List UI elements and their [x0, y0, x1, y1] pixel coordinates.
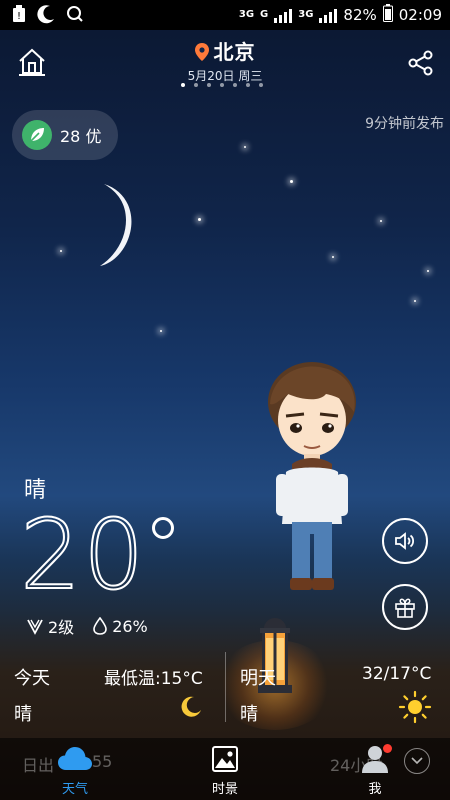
- home-button[interactable]: [16, 46, 48, 78]
- battery-percent: 82%: [343, 6, 377, 24]
- page-dot[interactable]: [194, 83, 198, 87]
- tab-scenery[interactable]: 时景: [195, 742, 255, 797]
- signal-icon: [274, 7, 293, 23]
- star: [332, 256, 334, 258]
- aqi-level: 优: [85, 127, 102, 146]
- moon-icon: [181, 696, 201, 717]
- bottom-tab-bar: 日出 55 24小时 天气 时景 我: [0, 738, 450, 800]
- network-type: 3G: [238, 9, 255, 20]
- status-bar: ! 3G G 3G 82% 02:09: [0, 0, 450, 30]
- gift-icon: [395, 598, 415, 618]
- signal-icon-2: [319, 7, 338, 23]
- share-icon: [408, 50, 433, 76]
- star: [290, 180, 293, 183]
- search-icon: [66, 5, 84, 27]
- tab-scenery-label: 时景: [211, 782, 238, 797]
- tab-weather[interactable]: 天气: [45, 742, 105, 797]
- gift-button[interactable]: [382, 584, 428, 630]
- current-metrics: 2级 26%: [26, 614, 148, 638]
- page-dot[interactable]: [246, 83, 250, 87]
- page-dot[interactable]: [207, 83, 211, 87]
- tab-me-label: 我: [368, 782, 382, 797]
- current-temperature: 20: [19, 499, 147, 611]
- tomorrow-condition: 晴: [240, 704, 258, 725]
- tab-weather-label: 天气: [61, 782, 88, 797]
- location-pin-icon: [194, 43, 209, 61]
- notification-dot: [383, 744, 392, 753]
- tab-me[interactable]: 我: [345, 742, 405, 797]
- page-dot[interactable]: [233, 83, 237, 87]
- today-condition: 晴: [14, 704, 32, 725]
- sun-icon: [398, 690, 432, 724]
- svg-text:!: !: [17, 11, 21, 22]
- tomorrow-label: 明天: [240, 668, 276, 689]
- publish-time: 9分钟前发布: [365, 116, 444, 132]
- clock: 02:09: [398, 6, 442, 24]
- night-moon-icon: [36, 4, 56, 28]
- aqi-value: 28: [60, 127, 81, 146]
- today-label: 今天: [14, 668, 50, 689]
- city-name: 北京: [213, 40, 256, 64]
- page-dot[interactable]: [259, 83, 263, 87]
- humidity-icon: [93, 617, 107, 635]
- air-quality-badge[interactable]: 28 优: [12, 110, 118, 160]
- star: [160, 330, 162, 332]
- today-temp-range: 最低温:15°C: [104, 669, 203, 689]
- leaf-icon: [22, 120, 52, 150]
- photo-icon: [212, 746, 238, 772]
- cloud-icon: [58, 747, 92, 770]
- page-dot[interactable]: [220, 83, 224, 87]
- page-indicator: [181, 83, 263, 87]
- page-dot[interactable]: [181, 83, 185, 87]
- star: [198, 218, 201, 221]
- star: [427, 270, 429, 272]
- date-label: 5月20日 周三: [187, 69, 263, 83]
- star: [414, 300, 416, 302]
- crescent-moon-icon: [100, 184, 132, 266]
- voice-broadcast-button[interactable]: [382, 518, 428, 564]
- wind-level: 2级: [48, 618, 75, 637]
- speaker-icon: [395, 532, 415, 550]
- forecast-divider: [225, 652, 226, 722]
- location-header[interactable]: 北京 5月20日 周三: [150, 36, 300, 84]
- character-avatar: [268, 362, 356, 590]
- home-icon: [19, 48, 45, 76]
- share-button[interactable]: [406, 48, 436, 78]
- expand-button[interactable]: [404, 748, 430, 774]
- lantern-icon: [258, 618, 292, 693]
- chevron-down-icon: [411, 757, 423, 765]
- network-type-3: 3G: [298, 9, 314, 20]
- sim-alert-icon: !: [12, 5, 26, 27]
- star: [380, 220, 382, 222]
- star: [60, 250, 62, 252]
- network-type-2: G: [260, 9, 269, 20]
- wind-icon: [27, 619, 43, 635]
- battery-icon: [382, 4, 393, 26]
- humidity-value: 26%: [112, 616, 148, 636]
- star: [244, 146, 246, 148]
- degree-symbol: [152, 517, 174, 539]
- tomorrow-temp-range: 32/17°C: [362, 664, 432, 684]
